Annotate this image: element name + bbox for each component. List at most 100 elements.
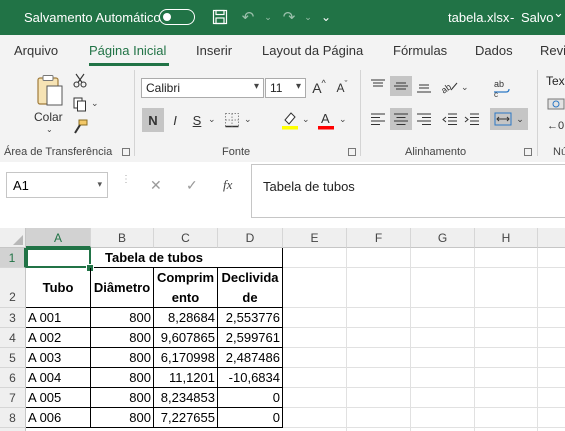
cancel-icon[interactable]: ✕ xyxy=(150,177,162,194)
paste-button[interactable]: Colar ⌄ xyxy=(34,70,66,134)
tab-inserir[interactable]: Inserir xyxy=(196,43,232,58)
table-cell-tubo[interactable]: A 001 xyxy=(26,308,91,328)
borders-icon[interactable] xyxy=(222,110,242,130)
highlight-icon[interactable] xyxy=(280,108,300,132)
worksheet-grid[interactable]: A B C D E F G H 1 2 3 4 5 6 7 8 Tabela d… xyxy=(0,228,565,431)
table-cell-declividade[interactable]: 2,553776 xyxy=(218,308,283,328)
table-cell-tubo[interactable]: A 006 xyxy=(26,408,91,428)
grow-font-button[interactable]: A ^ xyxy=(310,78,328,98)
customize-toolbar-icon[interactable]: ⌄ xyxy=(316,7,336,27)
row-header-3[interactable]: 3 xyxy=(0,308,26,328)
name-box[interactable]: A1 ▾ xyxy=(6,172,108,198)
cut-icon[interactable] xyxy=(72,72,88,88)
copy-icon[interactable] xyxy=(72,96,88,112)
table-cell-declividade[interactable]: 2,599761 xyxy=(218,328,283,348)
tab-pagina-inicial[interactable]: Página Inicial xyxy=(89,43,166,58)
table-cell-comprimento[interactable]: 8,28684 xyxy=(154,308,218,328)
paste-dropdown-icon[interactable]: ⌄ xyxy=(46,125,53,134)
row-header-1[interactable]: 1 xyxy=(0,248,26,268)
table-cell-diametro[interactable]: 800 xyxy=(91,368,154,388)
row-header-5[interactable]: 5 xyxy=(0,348,26,368)
tab-layout-da-pagina[interactable]: Layout da Página xyxy=(262,43,363,58)
table-cell-comprimento[interactable]: 6,170998 xyxy=(154,348,218,368)
bold-button[interactable]: N xyxy=(142,108,164,132)
table-cell-comprimento[interactable]: 9,607865 xyxy=(154,328,218,348)
insert-function-icon[interactable]: fx xyxy=(223,177,232,193)
increase-indent-icon[interactable] xyxy=(462,108,482,130)
font-launcher-icon[interactable] xyxy=(348,148,356,156)
font-name-combo[interactable]: Calibri ▾ xyxy=(141,78,264,98)
tab-formulas[interactable]: Fórmulas xyxy=(393,43,447,58)
table-cell-diametro[interactable]: 800 xyxy=(91,388,154,408)
align-center-icon[interactable] xyxy=(390,108,412,130)
table-cell-diametro[interactable]: 800 xyxy=(91,348,154,368)
select-all-button[interactable] xyxy=(0,228,26,248)
font-color-dropdown-icon[interactable]: ⌄ xyxy=(339,114,347,125)
row-header-8[interactable]: 8 xyxy=(0,408,26,428)
column-header-g[interactable]: G xyxy=(411,228,475,248)
copy-dropdown-icon[interactable]: ⌄ xyxy=(91,98,99,109)
decrease-indent-icon[interactable] xyxy=(440,108,460,130)
table-cell-declividade[interactable]: 0 xyxy=(218,408,283,428)
header-diametro[interactable]: Diâmetro xyxy=(91,268,154,308)
column-header-h[interactable]: H xyxy=(475,228,538,248)
align-middle-icon[interactable] xyxy=(390,76,412,96)
orientation-icon[interactable]: ab xyxy=(440,76,460,96)
active-cell-a1[interactable] xyxy=(26,248,91,268)
shrink-font-button[interactable]: Aˇ xyxy=(333,78,351,98)
number-format-combo[interactable]: Tex xyxy=(546,74,565,88)
column-header-f[interactable]: F xyxy=(347,228,411,248)
clipboard-launcher-icon[interactable] xyxy=(122,148,130,156)
header-comprimento[interactable]: Comprim ento xyxy=(154,268,218,308)
table-cell-tubo[interactable]: A 002 xyxy=(26,328,91,348)
column-header-d[interactable]: D xyxy=(218,228,283,248)
table-cell-tubo[interactable]: A 003 xyxy=(26,348,91,368)
header-declividade[interactable]: Declivida de xyxy=(218,268,283,308)
italic-button[interactable]: I xyxy=(166,108,184,132)
column-header-b[interactable]: B xyxy=(91,228,154,248)
merge-center-button[interactable]: ⌄ xyxy=(490,108,528,130)
tab-revisao[interactable]: Revi xyxy=(540,43,565,58)
table-cell-diametro[interactable]: 800 xyxy=(91,408,154,428)
font-color-icon[interactable]: A xyxy=(316,108,336,132)
save-status[interactable]: Salvo xyxy=(521,10,554,25)
format-painter-icon[interactable] xyxy=(72,118,88,134)
column-header-a[interactable]: A xyxy=(26,228,91,248)
header-tubo[interactable]: Tubo xyxy=(26,268,91,308)
orientation-dropdown-icon[interactable]: ⌄ xyxy=(461,82,469,93)
table-cell-declividade[interactable]: 2,487486 xyxy=(218,348,283,368)
tab-dados[interactable]: Dados xyxy=(475,43,513,58)
table-cell-declividade[interactable]: 0 xyxy=(218,388,283,408)
formula-input[interactable]: Tabela de tubos xyxy=(251,164,565,218)
table-cell-tubo[interactable]: A 005 xyxy=(26,388,91,408)
underline-dropdown-icon[interactable]: ⌄ xyxy=(208,114,216,125)
save-status-dropdown-icon[interactable]: ⌄ xyxy=(553,5,564,21)
align-bottom-icon[interactable] xyxy=(414,76,434,96)
highlight-dropdown-icon[interactable]: ⌄ xyxy=(302,114,310,125)
table-cell-comprimento[interactable]: 11,1201 xyxy=(154,368,218,388)
column-header-c[interactable]: C xyxy=(154,228,218,248)
redo-icon[interactable]: ↷ xyxy=(279,7,299,27)
autosave-toggle[interactable] xyxy=(159,9,195,25)
borders-dropdown-icon[interactable]: ⌄ xyxy=(244,114,252,125)
undo-dropdown-icon[interactable]: ⌄ xyxy=(258,7,278,27)
save-icon[interactable] xyxy=(210,7,230,27)
row-header-6[interactable]: 6 xyxy=(0,368,26,388)
table-cell-tubo[interactable]: A 004 xyxy=(26,368,91,388)
table-cell-comprimento[interactable]: 8,234853 xyxy=(154,388,218,408)
row-header-2[interactable]: 2 xyxy=(0,268,26,308)
alignment-launcher-icon[interactable] xyxy=(524,148,532,156)
align-left-icon[interactable] xyxy=(368,108,388,130)
align-right-icon[interactable] xyxy=(414,108,434,130)
column-header-e[interactable]: E xyxy=(283,228,347,248)
undo-icon[interactable]: ↶ xyxy=(238,7,258,27)
decrease-decimal-icon[interactable]: ←0 xyxy=(546,118,565,134)
enter-icon[interactable]: ✓ xyxy=(186,177,198,194)
row-header-4[interactable]: 4 xyxy=(0,328,26,348)
table-cell-diametro[interactable]: 800 xyxy=(91,328,154,348)
tab-arquivo[interactable]: Arquivo xyxy=(14,43,58,58)
wrap-text-icon[interactable]: ab c xyxy=(490,76,512,100)
table-cell-diametro[interactable]: 800 xyxy=(91,308,154,328)
column-header-i[interactable] xyxy=(538,228,565,248)
underline-button[interactable]: S xyxy=(188,108,206,132)
